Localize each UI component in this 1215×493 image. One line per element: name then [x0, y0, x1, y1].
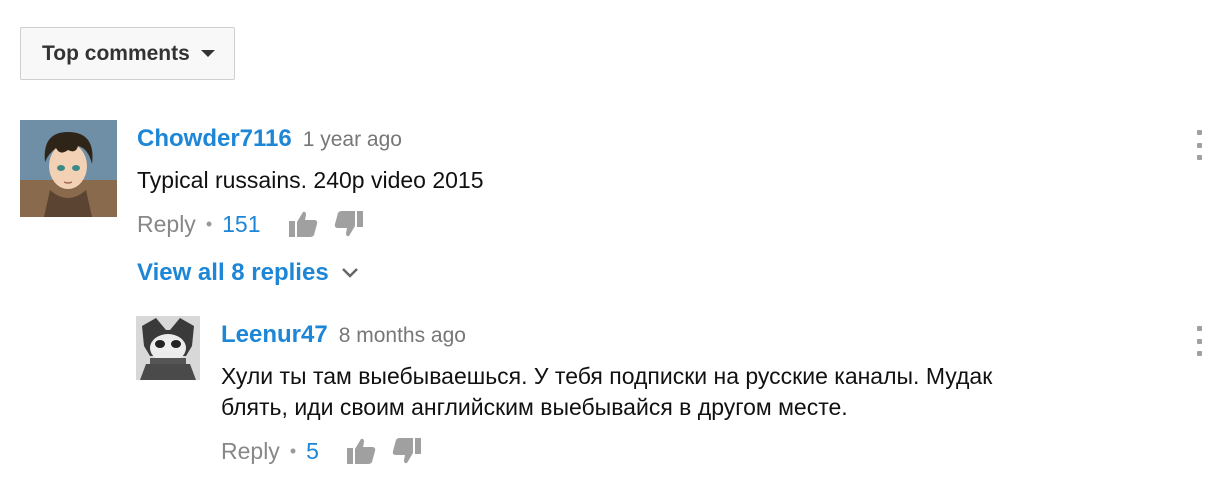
reply-button[interactable]: Reply	[137, 211, 196, 238]
comment-author[interactable]: Leenur47	[221, 316, 328, 354]
avatar[interactable]	[136, 316, 200, 380]
separator-dot: •	[205, 213, 213, 234]
like-count: 5	[306, 437, 319, 464]
comment-text: Typical russains. 240p video 2015	[137, 167, 484, 193]
comment-header: Leenur47 8 months ago	[221, 316, 1141, 354]
comment-actions: Reply • 5	[221, 431, 1141, 471]
comment-author[interactable]: Chowder7116	[137, 120, 292, 158]
comment-body: Chowder7116 1 year ago Typical russains.…	[137, 120, 484, 244]
separator-dot: •	[289, 440, 297, 461]
comment-body: Leenur47 8 months ago Хули ты там выебыв…	[221, 316, 1141, 471]
comment-actions: Reply • 151	[137, 204, 484, 244]
thumbs-up-icon[interactable]	[287, 208, 319, 240]
view-replies-button[interactable]: View all 8 replies	[137, 259, 359, 287]
thumbs-down-icon[interactable]	[333, 208, 365, 240]
sort-comments-label: Top comments	[42, 41, 190, 65]
more-options-icon[interactable]	[1193, 326, 1205, 356]
caret-down-icon	[200, 50, 215, 57]
like-count: 151	[222, 210, 261, 237]
reply-button[interactable]: Reply	[221, 438, 280, 465]
sort-comments-dropdown[interactable]: Top comments	[20, 27, 235, 80]
chevron-down-icon	[341, 267, 359, 279]
more-options-icon[interactable]	[1193, 130, 1205, 160]
thumbs-down-icon[interactable]	[391, 435, 423, 467]
comment-timestamp[interactable]: 1 year ago	[303, 121, 402, 159]
comment-text: Хули ты там выебываешься. У тебя подписк…	[221, 363, 993, 420]
avatar[interactable]	[20, 120, 117, 217]
thumbs-up-icon[interactable]	[345, 435, 377, 467]
view-replies-label: View all 8 replies	[137, 259, 329, 286]
comment-timestamp[interactable]: 8 months ago	[339, 317, 466, 355]
comment-header: Chowder7116 1 year ago	[137, 120, 484, 158]
